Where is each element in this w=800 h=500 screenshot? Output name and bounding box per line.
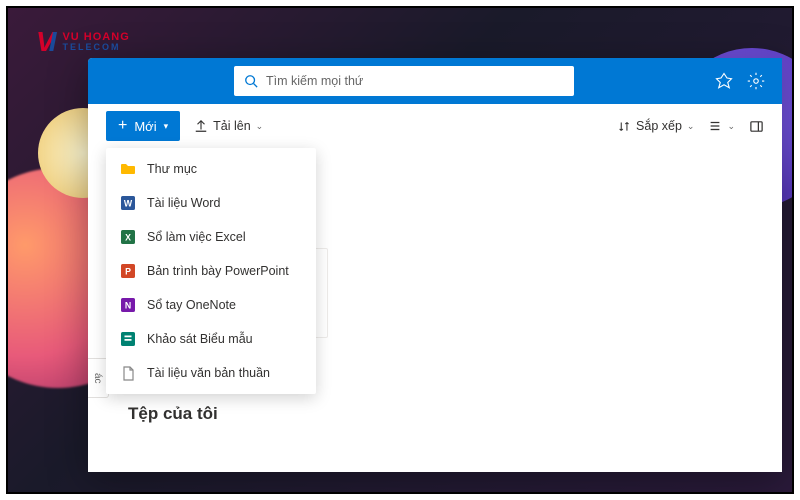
menu-item-label: Bản trình bày PowerPoint <box>147 264 289 278</box>
sort-button[interactable]: Sắp xếp ⌄ <box>618 119 694 133</box>
forms-icon <box>120 331 136 347</box>
word-icon: W <box>120 195 136 211</box>
folder-icon <box>120 161 136 177</box>
menu-item-label: Sổ làm việc Excel <box>147 230 246 244</box>
search-input[interactable]: Tìm kiếm mọi thứ <box>234 66 574 96</box>
chevron-down-icon: ⌄ <box>687 121 695 132</box>
chevron-down-icon: ⌄ <box>256 121 264 132</box>
onenote-icon: N <box>120 297 136 313</box>
watermark-logo: VI VU HOANG TELECOM <box>36 26 130 58</box>
new-button-label: Mới <box>134 119 156 134</box>
sort-label: Sắp xếp <box>636 119 682 133</box>
svg-text:W: W <box>124 199 133 209</box>
upload-button[interactable]: Tải lên ⌄ <box>194 119 263 133</box>
menu-item-plaintext[interactable]: Tài liệu văn bản thuần <box>106 356 316 390</box>
title-bar: Tìm kiếm mọi thứ <box>88 58 782 104</box>
details-pane-button[interactable] <box>749 119 764 134</box>
new-button[interactable]: + Mới ▾ <box>106 111 180 141</box>
menu-item-forms[interactable]: Khảo sát Biểu mẫu <box>106 322 316 356</box>
view-options-button[interactable]: ⌄ <box>708 119 735 133</box>
new-menu-dropdown: Thư mục W Tài liệu Word X Sổ làm việc Ex… <box>106 148 316 394</box>
list-icon <box>708 119 722 133</box>
menu-item-label: Tài liệu Word <box>147 196 220 210</box>
menu-item-label: Khảo sát Biểu mẫu <box>147 332 253 346</box>
upload-label: Tải lên <box>213 119 251 133</box>
menu-item-onenote[interactable]: N Sổ tay OneNote <box>106 288 316 322</box>
powerpoint-icon: P <box>120 263 136 279</box>
menu-item-word[interactable]: W Tài liệu Word <box>106 186 316 220</box>
menu-item-label: Sổ tay OneNote <box>147 298 236 312</box>
chevron-down-icon: ▾ <box>164 121 169 132</box>
svg-text:X: X <box>125 233 131 243</box>
plus-icon: + <box>118 117 127 135</box>
info-pane-icon <box>749 119 764 134</box>
svg-text:P: P <box>125 267 131 277</box>
svg-text:N: N <box>125 301 131 311</box>
command-bar: + Mới ▾ Tải lên ⌄ Sắp xếp ⌄ ⌄ <box>88 104 782 148</box>
menu-item-excel[interactable]: X Sổ làm việc Excel <box>106 220 316 254</box>
logo-sub: TELECOM <box>62 43 129 52</box>
sort-icon <box>618 120 631 133</box>
chevron-down-icon: ⌄ <box>727 121 735 132</box>
search-icon <box>244 74 258 88</box>
settings-icon[interactable] <box>746 71 766 91</box>
menu-item-label: Thư mục <box>147 162 197 176</box>
upload-icon <box>194 119 208 133</box>
section-title: Tệp của tôi <box>128 404 218 424</box>
menu-item-powerpoint[interactable]: P Bản trình bày PowerPoint <box>106 254 316 288</box>
search-placeholder: Tìm kiếm mọi thứ <box>266 74 363 88</box>
premium-icon[interactable] <box>714 71 734 91</box>
menu-item-folder[interactable]: Thư mục <box>106 152 316 186</box>
text-file-icon <box>120 365 136 381</box>
content-area: ác Thư mục W Tài liệu Word <box>88 148 782 472</box>
excel-icon: X <box>120 229 136 245</box>
onedrive-window: Tìm kiếm mọi thứ + Mới ▾ Tải lên ⌄ <box>88 58 782 472</box>
menu-item-label: Tài liệu văn bản thuần <box>147 366 270 380</box>
